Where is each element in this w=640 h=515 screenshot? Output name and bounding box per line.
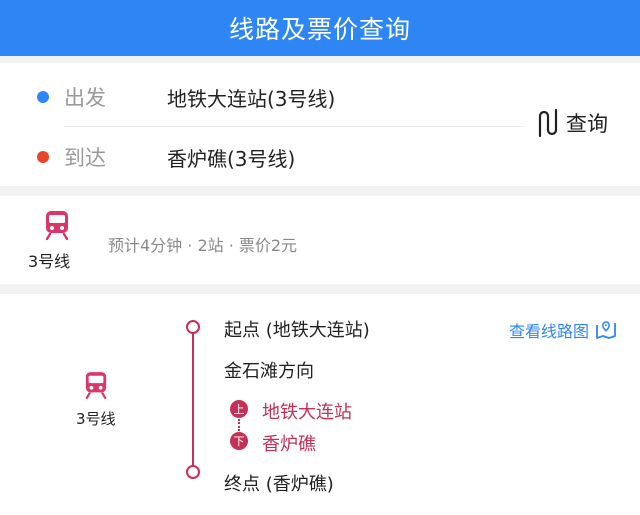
destination-label: 到达 [64, 146, 106, 170]
origin-destination-card: 出发 地铁大连站(3号线) 到达 香炉礁(3号线) 查询 [0, 63, 640, 186]
detail-line-name: 3号线 [76, 410, 116, 428]
summary-info: 预计4分钟 · 2站 · 票价2元 [108, 236, 298, 255]
end-stop: 终点 (香炉礁) [224, 474, 334, 495]
route-detail-card: 3号线 起点 (地铁大连站) 金石滩方向 上 下 地铁大连站 香炉礁 终点 (香… [0, 294, 640, 515]
summary-line-name: 3号线 [28, 252, 71, 271]
train-icon [85, 372, 107, 399]
end-node-icon [186, 465, 200, 479]
destination-dot-icon [37, 151, 49, 163]
train-icon [45, 211, 69, 240]
origin-dot-icon [37, 91, 49, 103]
map-icon [596, 321, 616, 339]
board-station: 地铁大连站 [262, 402, 352, 423]
board-badge: 上 [230, 400, 248, 418]
stop-connector [238, 419, 240, 431]
start-stop: 起点 (地铁大连站) [224, 320, 370, 341]
map-link-label: 查看线路图 [509, 322, 590, 341]
start-node-icon [186, 320, 200, 334]
origin-row[interactable]: 出发 地铁大连站(3号线) [0, 67, 520, 127]
destination-station[interactable]: 香炉礁(3号线) [167, 143, 295, 172]
route-summary-card[interactable]: 3号线 预计4分钟 · 2站 · 票价2元 [0, 196, 640, 284]
page-title: 线路及票价查询 [228, 15, 411, 44]
origin-station[interactable]: 地铁大连站(3号线) [167, 83, 335, 112]
view-route-map-link[interactable]: 查看线路图 [509, 318, 617, 342]
origin-label: 出发 [64, 86, 106, 110]
page-header: 线路及票价查询 [0, 0, 640, 56]
route-line [192, 332, 194, 477]
alight-badge: 下 [230, 432, 248, 450]
query-label: 查询 [566, 112, 608, 136]
swap-route-icon [538, 108, 558, 138]
alight-station: 香炉礁 [262, 434, 316, 455]
query-button[interactable]: 查询 [534, 103, 608, 143]
direction-text: 金石滩方向 [224, 361, 314, 382]
destination-row[interactable]: 到达 香炉礁(3号线) [0, 127, 520, 187]
